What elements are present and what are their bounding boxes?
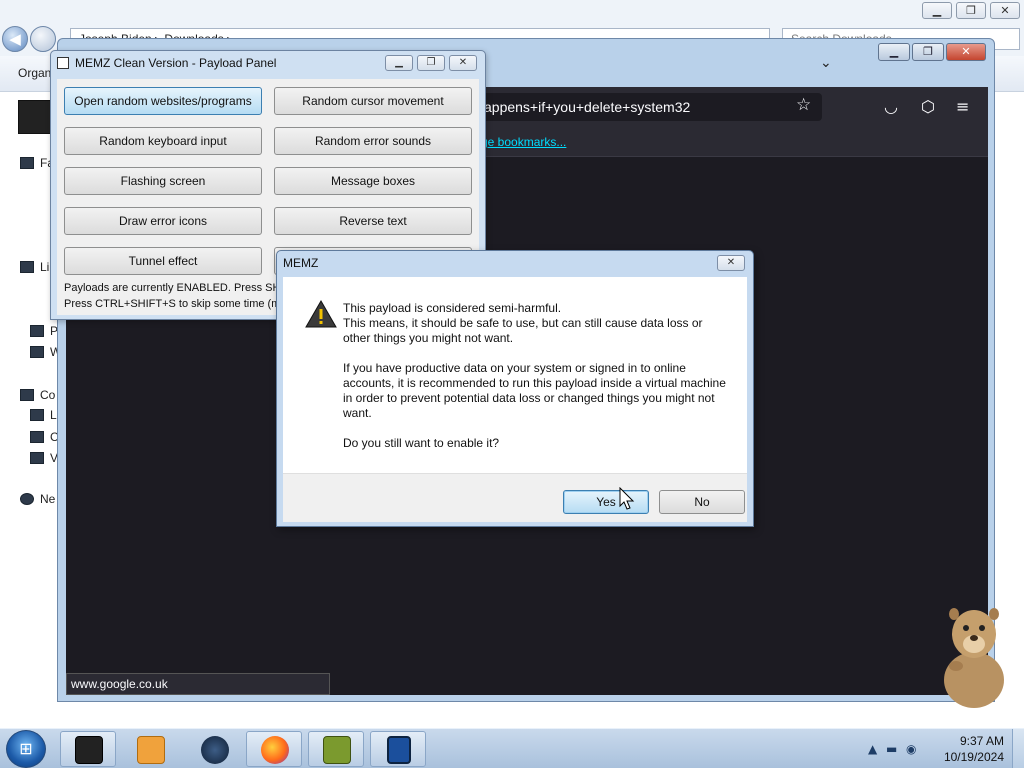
system-tray: ▲ ▬ ◉ 9:37 AM 10/19/2024 xyxy=(844,729,1024,768)
minimize-button[interactable]: ▁ xyxy=(922,2,952,19)
payload-error-sounds-button[interactable]: Random error sounds xyxy=(274,127,472,155)
close-button[interactable]: ✕ xyxy=(449,55,477,71)
payload-error-icons-button[interactable]: Draw error icons xyxy=(64,207,262,235)
network-icon[interactable]: ◉ xyxy=(906,742,916,756)
display-icon[interactable]: ▬ xyxy=(886,742,897,756)
dialog-body: This payload is considered semi-harmful.… xyxy=(283,277,747,473)
minimize-button[interactable]: ▁ xyxy=(878,43,910,61)
yes-button[interactable]: Yes xyxy=(563,490,649,514)
payload-reverse-text-button[interactable]: Reverse text xyxy=(274,207,472,235)
phone-app-icon xyxy=(387,736,411,764)
payload-tunnel-effect-button[interactable]: Tunnel effect xyxy=(64,247,262,275)
forward-icon[interactable] xyxy=(30,26,56,52)
media-player-icon xyxy=(137,736,165,764)
clock-time: 9:37 AM xyxy=(959,734,1004,748)
libraries-icon xyxy=(20,261,34,273)
payload-flashing-screen-button[interactable]: Flashing screen xyxy=(64,167,262,195)
memz-confirm-dialog: MEMZ ✕ This payload is considered semi-h… xyxy=(276,250,754,527)
payload-message-boxes-button[interactable]: Message boxes xyxy=(274,167,472,195)
windows-logo-icon: ⊞ xyxy=(19,739,33,758)
dialog-title: MEMZ xyxy=(283,256,319,270)
computer-icon xyxy=(20,389,34,401)
panel-title: MEMZ Clean Version - Payload Panel xyxy=(75,56,277,70)
message-paragraph: If you have productive data on your syst… xyxy=(343,361,726,420)
taskbar-item-media-player[interactable] xyxy=(122,731,178,767)
payload-keyboard-input-button[interactable]: Random keyboard input xyxy=(64,127,262,155)
bonzi-box-icon xyxy=(323,736,351,764)
maximize-button[interactable]: ❐ xyxy=(956,2,986,19)
taskbar-item-phone[interactable] xyxy=(370,731,426,767)
sidebar-item-libraries[interactable]: Li xyxy=(20,260,49,274)
pictures-icon xyxy=(30,325,44,337)
message-question: Do you still want to enable it? xyxy=(343,436,500,450)
url-bar[interactable]: appens+if+you+delete+system32 xyxy=(456,93,822,121)
sidebar-item-computer[interactable]: Co xyxy=(20,388,55,402)
explorer-icon xyxy=(75,736,103,764)
maximize-button[interactable]: ❐ xyxy=(912,43,944,61)
bookmark-star-icon[interactable]: ☆ xyxy=(796,95,811,115)
message-line: This means, it should be safe to use, bu… xyxy=(343,316,703,345)
network-icon xyxy=(20,493,34,505)
extensions-icon[interactable]: ⬡ xyxy=(921,97,935,116)
mouse-cursor-icon xyxy=(619,487,635,510)
sidebar-label: Co xyxy=(40,388,56,402)
payload-cursor-movement-button[interactable]: Random cursor movement xyxy=(274,87,472,115)
import-bookmarks-link[interactable]: ge bookmarks... xyxy=(481,135,566,149)
taskbar-item-bonzi-box[interactable] xyxy=(308,731,364,767)
drive-icon xyxy=(30,431,44,443)
panel-caption-buttons: ▁ ❐ ✕ xyxy=(385,55,477,71)
sidebar-item-cd-drive[interactable]: C xyxy=(30,430,59,444)
sidebar-label: Li xyxy=(40,260,50,274)
pocket-icon[interactable]: ◡ xyxy=(884,97,898,116)
start-button[interactable]: ⊞ xyxy=(6,730,46,768)
sidebar-label: L xyxy=(50,408,57,422)
menu-icon[interactable]: ≡ xyxy=(956,97,969,116)
chevron-down-icon[interactable]: ⌄ xyxy=(820,55,832,71)
explorer-caption-buttons: ▁ ❐ ✕ xyxy=(922,2,1020,19)
back-icon[interactable]: ◀ xyxy=(2,26,28,52)
message-line: This payload is considered semi-harmful. xyxy=(343,301,562,315)
globe-icon xyxy=(201,736,229,764)
minimize-button[interactable]: ▁ xyxy=(385,55,413,71)
show-hidden-icons-icon[interactable]: ▲ xyxy=(868,742,877,756)
bonzi-buddy-icon[interactable] xyxy=(934,600,1012,710)
close-button[interactable]: ✕ xyxy=(717,255,745,271)
clock[interactable]: 9:37 AM 10/19/2024 xyxy=(944,733,1004,765)
sidebar-item-favorites[interactable]: Fa xyxy=(20,156,54,170)
panel-titlebar: MEMZ Clean Version - Payload Panel xyxy=(57,56,276,70)
payload-open-websites-button[interactable]: Open random websites/programs xyxy=(64,87,262,115)
no-button[interactable]: No xyxy=(659,490,745,514)
sidebar-item-network[interactable]: Ne xyxy=(20,492,55,506)
status-url: www.google.co.uk xyxy=(66,673,330,695)
show-desktop-button[interactable] xyxy=(1012,729,1024,768)
firefox-icon xyxy=(261,736,289,764)
taskbar-item-firefox[interactable] xyxy=(246,731,302,767)
dialog-message: This payload is considered semi-harmful.… xyxy=(343,301,733,466)
favorites-icon xyxy=(20,157,34,169)
taskbar-item-explorer[interactable] xyxy=(60,731,116,767)
sidebar-label: Ne xyxy=(40,492,56,506)
maximize-button[interactable]: ❐ xyxy=(417,55,445,71)
taskbar: ⊞ ▲ ▬ ◉ 9:37 AM 10/19/2024 xyxy=(0,728,1024,768)
drive-icon xyxy=(30,452,44,464)
close-button[interactable]: ✕ xyxy=(990,2,1020,19)
videos-icon xyxy=(30,346,44,358)
warning-icon xyxy=(305,299,337,328)
clock-date: 10/19/2024 xyxy=(943,750,1004,764)
close-button[interactable]: ✕ xyxy=(946,43,986,61)
sidebar-item-local-disk[interactable]: L xyxy=(30,408,57,422)
taskbar-item-globe[interactable] xyxy=(186,731,242,767)
sidebar-item-pictures[interactable]: P xyxy=(30,324,58,338)
firefox-caption-buttons: ▁ ❐ ✕ xyxy=(878,43,986,61)
dialog-footer: Yes No xyxy=(283,473,747,522)
app-icon xyxy=(57,57,69,69)
drive-icon xyxy=(30,409,44,421)
sidebar-item-volume[interactable]: V xyxy=(30,451,58,465)
